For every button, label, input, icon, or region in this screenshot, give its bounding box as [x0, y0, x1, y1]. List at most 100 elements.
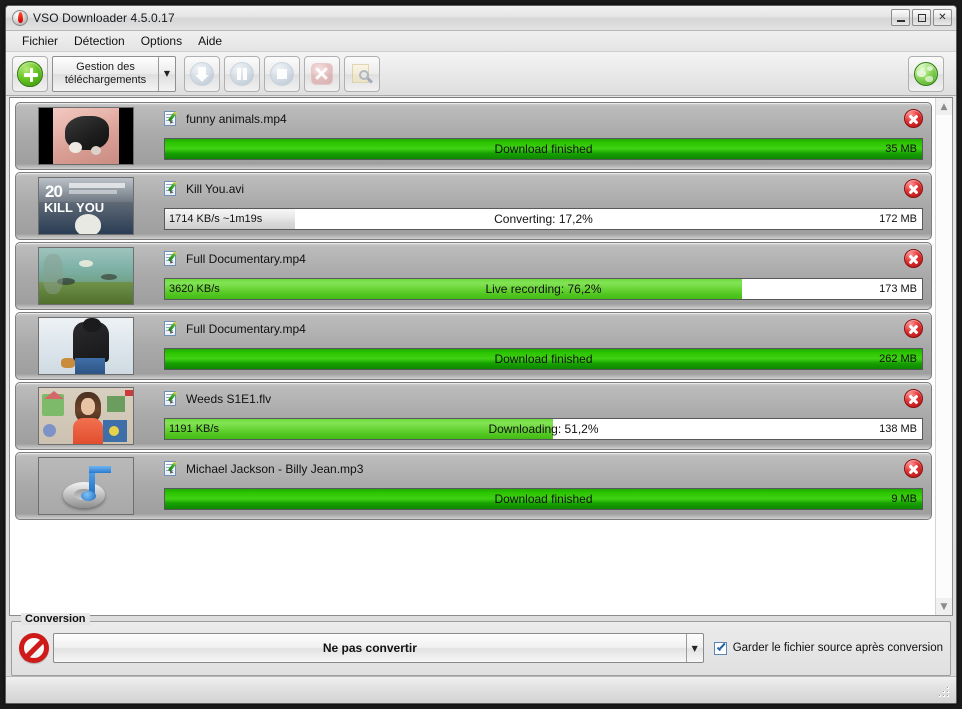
- keep-source-checkbox[interactable]: Garder le fichier source après conversio…: [713, 641, 943, 655]
- inspect-button[interactable]: [344, 55, 380, 92]
- rename-file-icon[interactable]: [164, 111, 179, 127]
- progress-size-label: 9 MB: [891, 493, 917, 505]
- filename-label: Full Documentary.mp4: [186, 322, 306, 336]
- download-details: Weeds S1E1.flv Downloading: 51,2% 1191 K…: [156, 383, 931, 449]
- scrollbar-track[interactable]: [936, 115, 952, 598]
- pause-button[interactable]: [224, 55, 260, 92]
- remove-download-button[interactable]: [904, 389, 923, 408]
- open-browser-button[interactable]: [908, 56, 944, 92]
- stop-button[interactable]: [264, 55, 300, 92]
- application-window: VSO Downloader 4.5.0.17 ✕ Fichier Détect…: [5, 5, 957, 704]
- menu-aide[interactable]: Aide: [190, 32, 230, 50]
- audio-note-icon: [38, 457, 134, 515]
- progress-size-label: 173 MB: [879, 283, 917, 295]
- progress-speed-label: 1714 KB/s ~1m19s: [169, 213, 263, 225]
- thumbnail-cell: [16, 383, 156, 449]
- thumbnail-cell: 20 KILL YOU: [16, 173, 156, 239]
- remove-download-button[interactable]: [904, 109, 923, 128]
- scroll-down-arrow-icon[interactable]: ▼: [936, 598, 952, 615]
- remove-download-button[interactable]: [904, 179, 923, 198]
- progress-bar: Converting: 17,2% 1714 KB/s ~1m19s 172 M…: [164, 208, 923, 230]
- chevron-down-icon[interactable]: ▼: [685, 634, 703, 662]
- remove-download-button[interactable]: [904, 459, 923, 478]
- status-bar: [6, 676, 956, 703]
- filename-label: funny animals.mp4: [186, 112, 287, 126]
- title-bar: VSO Downloader 4.5.0.17 ✕: [6, 6, 956, 31]
- menu-bar: Fichier Détection Options Aide: [6, 31, 956, 52]
- filename-row: Full Documentary.mp4: [164, 251, 895, 267]
- rename-file-icon[interactable]: [164, 321, 179, 337]
- kill-you-video-cover: 20 KILL YOU: [38, 177, 134, 235]
- download-row[interactable]: Full Documentary.mp4 Download finished 2…: [15, 312, 932, 380]
- rename-file-icon[interactable]: [164, 461, 179, 477]
- menu-options[interactable]: Options: [133, 32, 190, 50]
- remove-download-button[interactable]: [904, 319, 923, 338]
- progress-status-label: Download finished: [494, 142, 593, 156]
- pause-icon: [230, 61, 254, 86]
- download-details: Full Documentary.mp4 Download finished 2…: [156, 313, 931, 379]
- download-row[interactable]: Michael Jackson - Billy Jean.mp3 Downloa…: [15, 452, 932, 520]
- filename-row: Weeds S1E1.flv: [164, 391, 895, 407]
- download-row[interactable]: funny animals.mp4 Download finished 35 M…: [15, 102, 932, 170]
- filename-label: Full Documentary.mp4: [186, 252, 306, 266]
- progress-bar: Download finished 9 MB: [164, 488, 923, 510]
- vertical-scrollbar[interactable]: ▲ ▼: [935, 98, 952, 615]
- progress-size-label: 138 MB: [879, 423, 917, 435]
- progress-status-label: Downloading: 51,2%: [488, 422, 599, 436]
- download-list-panel: funny animals.mp4 Download finished 35 M…: [9, 97, 953, 616]
- download-button[interactable]: [184, 55, 220, 92]
- conversion-panel: Conversion Ne pas convertir ▼ Garder le …: [11, 613, 951, 676]
- progress-bar: Download finished 35 MB: [164, 138, 923, 160]
- conversion-format-label: Ne pas convertir: [322, 641, 417, 655]
- cancel-button[interactable]: [304, 55, 340, 92]
- scroll-up-arrow-icon[interactable]: ▲: [936, 98, 952, 115]
- globe-icon: [914, 62, 938, 86]
- thumbnail-cell: [16, 103, 156, 169]
- download-row[interactable]: 20 KILL YOU Kill You.avi Converting: 17,…: [15, 172, 932, 240]
- no-convert-icon: [19, 633, 49, 663]
- rename-file-icon[interactable]: [164, 391, 179, 407]
- progress-bar: Download finished 262 MB: [164, 348, 923, 370]
- rename-file-icon[interactable]: [164, 251, 179, 267]
- progress-size-label: 35 MB: [885, 143, 917, 155]
- download-mode-combo[interactable]: Gestion des téléchargements ▼: [52, 55, 176, 92]
- download-row[interactable]: Full Documentary.mp4 Live recording: 76,…: [15, 242, 932, 310]
- download-row[interactable]: Weeds S1E1.flv Downloading: 51,2% 1191 K…: [15, 382, 932, 450]
- thumbnail-cell: [16, 313, 156, 379]
- progress-speed-label: 1191 KB/s: [169, 423, 219, 435]
- download-details: funny animals.mp4 Download finished 35 M…: [156, 103, 931, 169]
- puppy-dog-photo: [38, 107, 134, 165]
- progress-size-label: 262 MB: [879, 353, 917, 365]
- weeds-tv-show-scene: [38, 387, 134, 445]
- menu-detection[interactable]: Détection: [66, 32, 133, 50]
- add-download-button[interactable]: [12, 55, 48, 92]
- window-controls: ✕: [891, 9, 952, 26]
- close-window-button[interactable]: ✕: [933, 9, 952, 26]
- person-snow-photo: [38, 317, 134, 375]
- conversion-format-combo[interactable]: Ne pas convertir ▼: [53, 633, 704, 663]
- download-list: funny animals.mp4 Download finished 35 M…: [10, 98, 935, 615]
- checkbox-icon[interactable]: [713, 641, 727, 655]
- menu-fichier[interactable]: Fichier: [14, 32, 66, 50]
- progress-status-label: Download finished: [494, 492, 593, 506]
- cancel-x-icon: [310, 62, 334, 86]
- resize-grip[interactable]: [939, 687, 953, 701]
- vso-flame-icon: [12, 10, 28, 26]
- progress-bar: Downloading: 51,2% 1191 KB/s 138 MB: [164, 418, 923, 440]
- minimize-button[interactable]: [891, 9, 910, 26]
- download-details: Michael Jackson - Billy Jean.mp3 Downloa…: [156, 453, 931, 519]
- underwater-fish-scene: [38, 247, 134, 305]
- rename-file-icon[interactable]: [164, 181, 179, 197]
- download-mode-label: Gestion des téléchargements: [64, 60, 147, 86]
- toolbar: Gestion des téléchargements ▼: [6, 52, 956, 96]
- filename-row: funny animals.mp4: [164, 111, 895, 127]
- filename-row: Full Documentary.mp4: [164, 321, 895, 337]
- filename-label: Weeds S1E1.flv: [186, 392, 272, 406]
- maximize-button[interactable]: [912, 9, 931, 26]
- remove-download-button[interactable]: [904, 249, 923, 268]
- page-search-icon: [350, 62, 374, 86]
- progress-status-label: Converting: 17,2%: [494, 212, 593, 226]
- progress-speed-label: 3620 KB/s: [169, 283, 220, 295]
- chevron-down-icon[interactable]: ▼: [158, 56, 175, 91]
- filename-row: Kill You.avi: [164, 181, 895, 197]
